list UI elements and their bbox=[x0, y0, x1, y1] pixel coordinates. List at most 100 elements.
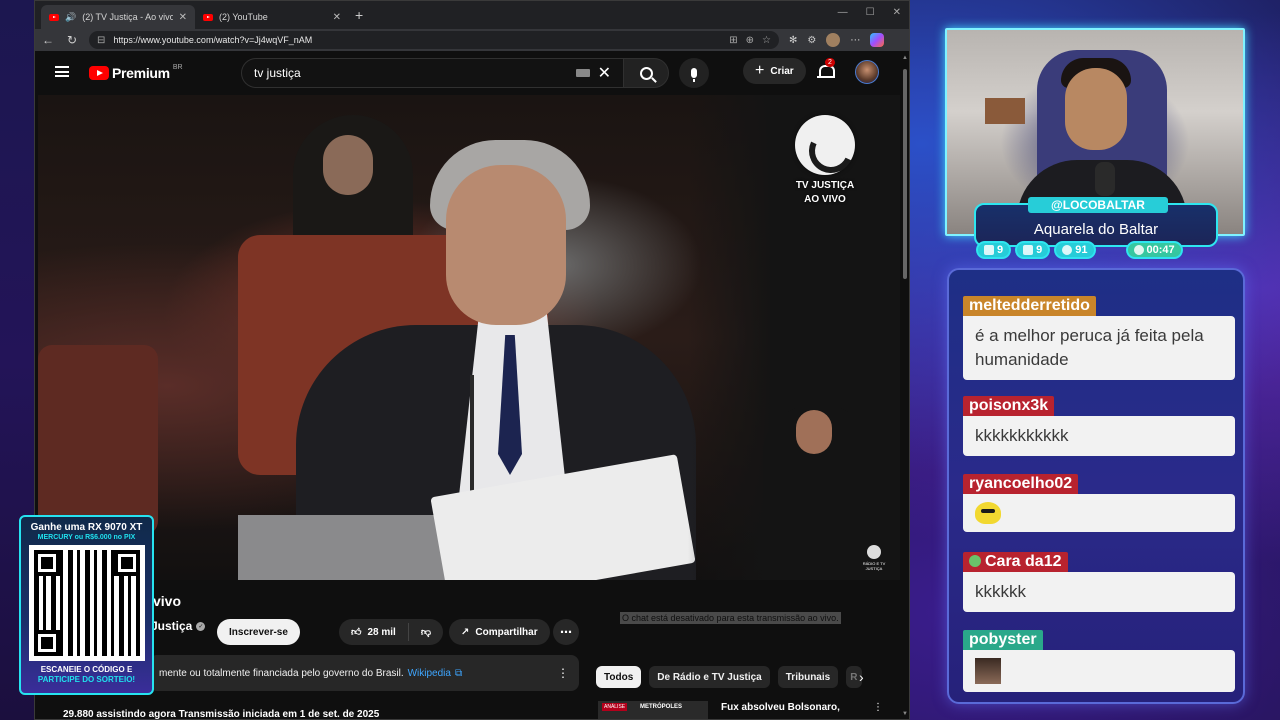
create-button[interactable]: + Criar bbox=[743, 58, 806, 84]
recommended-thumbnail[interactable]: ANÁLISE METRÓPOLES bbox=[598, 701, 708, 719]
channel-name-text: Justiça bbox=[151, 619, 193, 633]
extensions-icon[interactable]: ✻ bbox=[789, 35, 797, 46]
address-bar[interactable]: ⊟ https://www.youtube.com/watch?v=Jj4wqV… bbox=[89, 31, 779, 49]
stream-name: Aquarela do Baltar bbox=[1033, 221, 1159, 238]
chip-radio-tv-justica[interactable]: De Rádio e TV Justiça bbox=[649, 666, 770, 688]
chip-tribunais[interactable]: Tribunais bbox=[777, 666, 839, 688]
twitch-icon bbox=[984, 245, 994, 255]
video-player[interactable]: TV JUSTIÇA AO VIVO RÁDIO E TV JUSTIÇA bbox=[38, 95, 900, 580]
promo-subline: MERCURY ou R$6.000 no PIX bbox=[37, 534, 136, 541]
webcam-microphone bbox=[1095, 162, 1115, 196]
site-info-icon[interactable]: ⊟ bbox=[97, 35, 105, 46]
channel-name[interactable]: Justiça ✓ bbox=[151, 619, 206, 633]
puzzle-icon[interactable]: ⚙ bbox=[807, 35, 816, 46]
video-scene-chair bbox=[38, 345, 158, 535]
clear-search-icon[interactable]: ✕ bbox=[598, 63, 611, 83]
dislike-button[interactable]: 👎︎ bbox=[409, 626, 443, 638]
logo-line-2: AO VIVO bbox=[804, 194, 846, 205]
webcam-shelf bbox=[985, 98, 1025, 124]
menu-dots-icon[interactable]: ⋯ bbox=[850, 35, 860, 46]
address-bar-row: ← ↻ ⊟ https://www.youtube.com/watch?v=Jj… bbox=[35, 29, 909, 51]
scrollbar-thumb[interactable] bbox=[903, 69, 907, 279]
search-box: ✕ bbox=[241, 58, 623, 88]
minimize-icon[interactable]: — bbox=[838, 7, 848, 18]
verified-check-icon: ✓ bbox=[196, 621, 206, 631]
video-scene-background-face bbox=[323, 135, 373, 195]
new-tab-icon[interactable]: + bbox=[355, 7, 363, 23]
watermark-icon bbox=[867, 545, 881, 559]
whatsapp-icon bbox=[1133, 245, 1144, 255]
account-avatar[interactable] bbox=[855, 60, 879, 84]
url-text: https://www.youtube.com/watch?v=Jj4wqVF_… bbox=[113, 35, 313, 45]
hamburger-menu-icon[interactable] bbox=[55, 66, 69, 77]
page-scrollbar[interactable]: ▲ ▼ bbox=[902, 51, 908, 719]
maximize-icon[interactable]: ☐ bbox=[866, 7, 875, 18]
subscribe-button[interactable]: Inscrever-se bbox=[217, 619, 300, 645]
youtube-logo[interactable]: Premium BR bbox=[89, 63, 183, 81]
favorite-star-icon[interactable]: ☆ bbox=[762, 35, 771, 46]
tv-justica-logo-icon bbox=[795, 115, 855, 175]
search-input[interactable] bbox=[254, 66, 568, 80]
reload-icon[interactable]: ↻ bbox=[65, 33, 79, 47]
chevron-right-icon[interactable]: › bbox=[859, 669, 864, 685]
profile-avatar-icon[interactable] bbox=[826, 33, 841, 47]
thumbs-down-icon: 👎︎ bbox=[420, 627, 431, 638]
close-tab-icon[interactable]: ✕ bbox=[333, 12, 341, 23]
chat-message: meltedderretido é a melhor peruca já fei… bbox=[963, 296, 1235, 380]
stream-timer: 00:47 bbox=[1125, 241, 1183, 259]
voice-search-button[interactable] bbox=[679, 58, 709, 88]
streamer-handle: @LOCOBALTAR bbox=[1028, 197, 1168, 213]
thumbs-up-icon: 👍︎ bbox=[351, 627, 362, 638]
recommended-source: METRÓPOLES bbox=[640, 704, 683, 710]
kick-viewer-count: 91 bbox=[1075, 244, 1088, 256]
video-details: vivo Justiça ✓ Inscrever-se 👍︎ 28 mil 👎︎… bbox=[35, 581, 909, 719]
external-link-icon[interactable]: ⧉ bbox=[455, 668, 462, 679]
watermark-text: RÁDIO E TV JUSTIÇA bbox=[862, 561, 886, 571]
notification-badge: 2 bbox=[825, 58, 835, 67]
chip-all[interactable]: Todos bbox=[596, 666, 642, 688]
copilot-icon[interactable] bbox=[870, 33, 885, 47]
region-code: BR bbox=[172, 63, 183, 71]
create-label: Criar bbox=[770, 65, 794, 77]
stream-timer-value: 00:47 bbox=[1146, 244, 1175, 256]
recommended-menu-icon[interactable]: ⋮ bbox=[873, 702, 883, 713]
info-menu-icon[interactable]: ⋮ bbox=[557, 666, 569, 680]
keyboard-icon[interactable] bbox=[575, 69, 590, 77]
kick-icon bbox=[1062, 245, 1073, 255]
close-tab-icon[interactable]: ✕ bbox=[179, 12, 187, 23]
like-button[interactable]: 👍︎ 28 mil bbox=[339, 623, 409, 641]
chat-disabled-message: O chat está desativado para esta transmi… bbox=[620, 612, 841, 624]
recommended-tag: ANÁLISE bbox=[602, 703, 628, 711]
chat-username: pobyster bbox=[963, 630, 1043, 650]
chat-username: ryancoelho02 bbox=[963, 474, 1079, 494]
recommended-title[interactable]: Fux absolveu Bolsonaro, bbox=[721, 702, 840, 713]
youtube-viewers: 9 bbox=[1015, 241, 1051, 259]
chat-username-wrap: Cara da12 bbox=[963, 552, 1068, 572]
back-arrow-icon[interactable]: ← bbox=[41, 33, 55, 47]
more-actions-button[interactable]: ⋯ bbox=[553, 619, 579, 645]
filter-chips: Todos De Rádio e TV Justiça Tribunais R bbox=[596, 666, 863, 688]
zoom-icon[interactable]: ⊕ bbox=[746, 35, 754, 46]
scroll-up-icon[interactable]: ▲ bbox=[902, 55, 908, 61]
youtube-header: Premium BR ✕ + Criar 2 bbox=[35, 51, 909, 95]
face-emote-icon bbox=[975, 658, 1001, 684]
search-button[interactable] bbox=[623, 58, 669, 88]
chat-message: ryancoelho02 bbox=[963, 474, 1235, 532]
tab-tv-justica[interactable]: 🔊 (2) TV Justiça - Ao vivo - You ✕ bbox=[41, 5, 195, 29]
stream-chat-panel: meltedderretido é a melhor peruca já fei… bbox=[947, 268, 1245, 704]
giveaway-promo: Ganhe uma RX 9070 XT MERCURY ou R$6.000 … bbox=[19, 515, 154, 695]
close-window-icon[interactable]: ✕ bbox=[893, 7, 901, 18]
app-grid-icon[interactable]: ⊞ bbox=[729, 35, 737, 46]
share-button[interactable]: ↗ Compartilhar bbox=[449, 619, 550, 645]
twitch-viewer-count: 9 bbox=[997, 244, 1004, 256]
youtube-favicon-icon bbox=[203, 13, 213, 21]
wikipedia-link[interactable]: Wikipedia bbox=[408, 668, 451, 679]
chat-message: poisonx3k kkkkkkkkkkk bbox=[963, 396, 1235, 456]
toolbar-icons: ✻ ⚙ ⋯ bbox=[789, 33, 885, 47]
tab-youtube[interactable]: (2) YouTube ✕ bbox=[195, 5, 349, 29]
microphone-icon bbox=[691, 68, 697, 82]
speaker-icon[interactable]: 🔊 bbox=[65, 12, 76, 23]
video-title: vivo bbox=[153, 593, 182, 609]
scroll-down-icon[interactable]: ▼ bbox=[902, 711, 908, 717]
promo-headline: Ganhe uma RX 9070 XT bbox=[30, 522, 143, 533]
